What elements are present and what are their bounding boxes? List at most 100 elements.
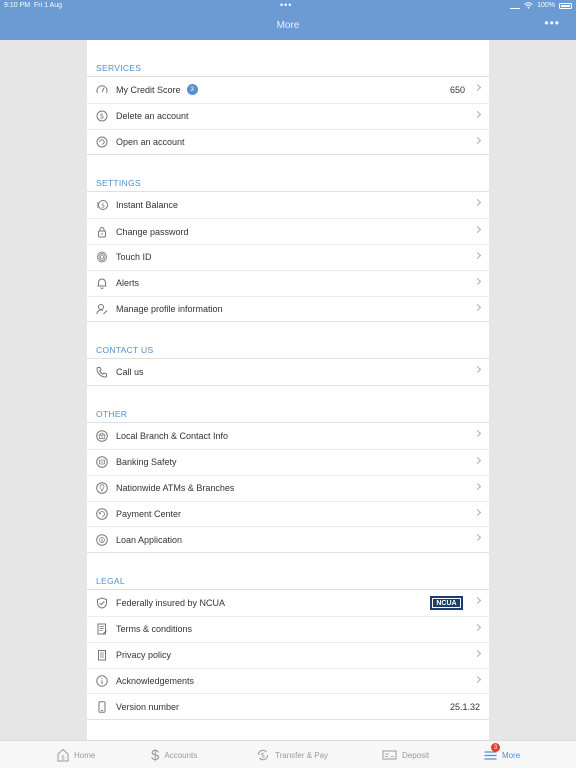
tab-label: Home [74,750,96,760]
document-icon [95,623,108,636]
section-contact: Call us [87,358,489,387]
row-delete-account[interactable]: $ Delete an account [87,102,489,129]
row-label: Change password [116,226,189,237]
dollar-circle-icon: $ [95,110,108,123]
tab-bar: $ Home $ Accounts $ Transfer & Pay Depos… [0,740,576,768]
more-list: SERVICES My Credit Score 3 650 $ Delete … [87,40,489,740]
row-local-branch[interactable]: Local Branch & Contact Info [87,423,489,449]
coins-icon: $ [95,199,108,212]
row-label: Touch ID [116,252,152,263]
chevron-right-icon [473,83,482,92]
clipboard-icon [95,649,108,662]
section-services: My Credit Score 3 650 $ Delete an accoun… [87,76,489,156]
signal-icon [510,3,521,9]
row-label: Banking Safety [116,457,177,468]
chevron-right-icon [473,110,482,118]
tab-label: Accounts [164,750,198,760]
row-label: Loan Application [116,534,183,545]
tab-more[interactable]: 3 More [484,741,520,768]
refresh-circle-icon [95,135,108,148]
row-change-password[interactable]: Change password [87,218,489,244]
section-header-contact: CONTACT US [87,322,489,359]
payment-icon [95,507,108,520]
chevron-right-icon [473,597,482,605]
row-banking-safety[interactable]: Banking Safety [87,448,489,475]
row-label: Alerts [116,278,140,289]
row-touch-id[interactable]: Touch ID [87,243,489,270]
multitasking-dots[interactable]: ••• [280,0,292,10]
section-header-services: SERVICES [87,40,489,76]
row-label: Open an account [116,136,185,147]
row-label: Federally insured by NCUA [116,598,226,609]
chevron-right-icon [473,136,482,144]
tab-deposit[interactable]: Deposit [382,741,429,768]
wifi-icon [524,2,533,9]
credit-score-badge: 3 [186,84,198,96]
tab-accounts[interactable]: $ Accounts [151,741,197,768]
row-instant-balance[interactable]: $ Instant Balance [87,192,489,218]
phone-icon [95,366,108,379]
check-deposit-icon [382,749,397,761]
tab-label: More [502,750,521,760]
row-label: Privacy policy [116,650,172,661]
row-label: Call us [116,367,144,378]
row-label: Terms & conditions [116,624,193,635]
row-label: Delete an account [116,111,189,122]
chevron-right-icon [473,649,482,657]
row-alerts[interactable]: Alerts [87,269,489,296]
chevron-right-icon [473,199,482,207]
chevron-right-icon [473,251,482,260]
row-my-credit-score[interactable]: My Credit Score 3 650 [87,77,489,103]
row-acknowledgements[interactable]: Acknowledgements [87,667,489,694]
home-icon: $ [57,748,69,762]
battery-percent: 100% [537,2,555,9]
credit-score-value: 650 [449,84,465,95]
more-menu-icon[interactable]: ••• [544,16,560,30]
row-manage-profile[interactable]: Manage profile information [87,295,489,322]
chevron-right-icon [473,303,482,311]
row-label: Version number [116,701,180,712]
chevron-right-icon [473,430,482,438]
chevron-right-icon [473,482,482,490]
row-open-account[interactable]: Open an account [87,128,489,155]
row-call-us[interactable]: Call us [87,359,489,385]
transfer-icon: $ [256,748,270,762]
row-ncua[interactable]: Federally insured by NCUA NCUA [87,590,489,616]
tab-label: Deposit [402,750,430,760]
row-label: Acknowledgements [116,675,195,686]
page-title: More [276,20,300,31]
ncua-logo: NCUA [430,596,463,611]
safety-icon [95,456,108,469]
row-terms[interactable]: Terms & conditions [87,615,489,642]
shield-check-icon [95,597,108,610]
tab-transfer-pay[interactable]: $ Transfer & Pay [256,741,328,768]
info-icon [95,674,108,687]
row-label: Nationwide ATMs & Branches [116,483,235,494]
chevron-right-icon [473,675,482,683]
row-loan-application[interactable]: $ Loan Application [87,526,489,552]
chevron-right-icon [473,508,482,516]
section-legal: Federally insured by NCUA NCUA Terms & c… [87,589,489,721]
svg-text:$: $ [261,752,265,760]
battery-icon [559,2,572,9]
fingerprint-icon [95,251,108,264]
profile-edit-icon [95,302,108,315]
loan-icon: $ [95,533,108,546]
row-version-number: Version number 25.1.32 [87,693,489,719]
row-privacy[interactable]: Privacy policy [87,641,489,668]
row-label: Instant Balance [116,200,179,211]
version-value: 25.1.32 [449,701,480,712]
bank-icon [95,430,108,443]
chevron-right-icon [473,456,482,465]
tab-home[interactable]: $ Home [57,741,95,768]
lock-icon [95,225,108,238]
row-atms-branches[interactable]: Nationwide ATMs & Branches [87,474,489,501]
row-payment-center[interactable]: Payment Center [87,500,489,527]
chevron-right-icon [473,226,482,234]
tab-label: Transfer & Pay [275,750,329,760]
status-bar: 9:10 PM Fri 1 Aug ••• 100% [0,0,576,12]
gauge-icon [95,83,108,96]
row-label: Local Branch & Contact Info [116,431,229,442]
chevron-right-icon [473,623,482,631]
section-header-other: OTHER [87,386,489,423]
